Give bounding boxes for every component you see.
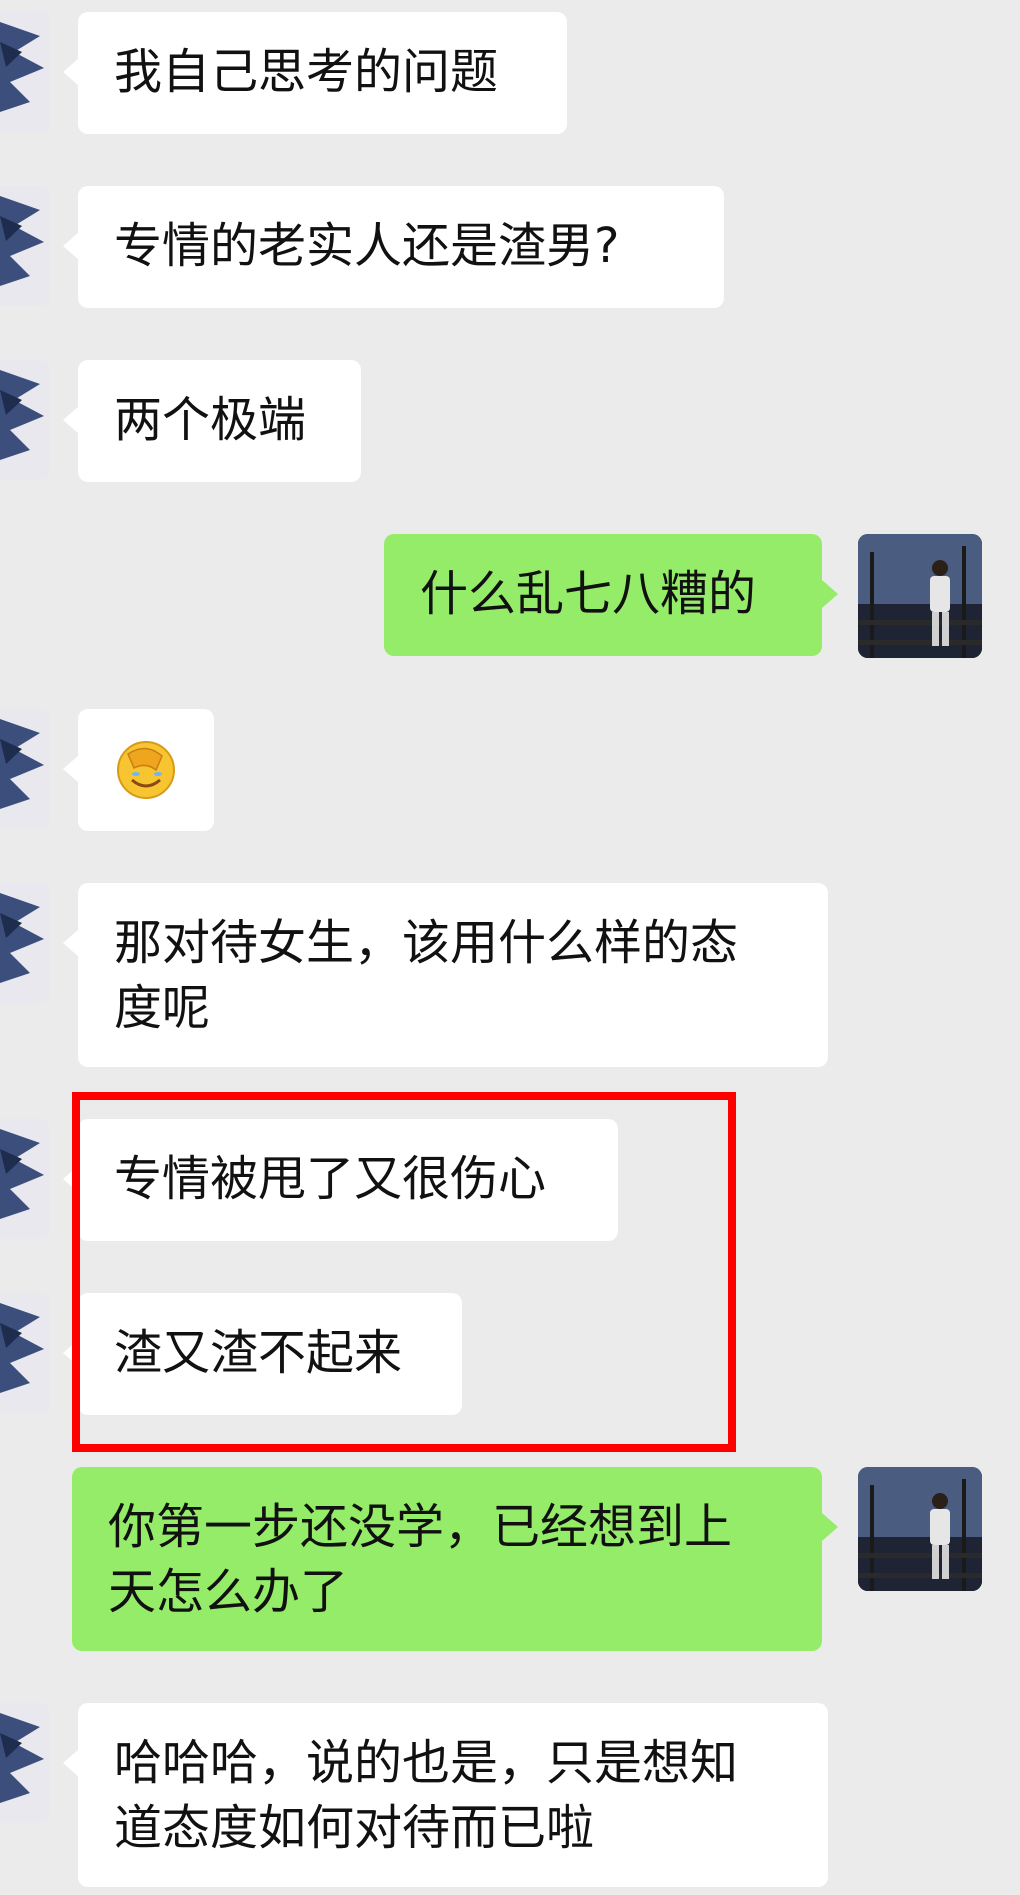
message-bubble[interactable]: 哈哈哈，说的也是，只是想知 道态度如何对待而已啦: [78, 1703, 828, 1887]
bubble-tail: [63, 58, 79, 86]
bubble-tail: [63, 232, 79, 260]
message-bubble[interactable]: 什么乱七八糟的: [384, 534, 822, 656]
message-bubble[interactable]: 你第一步还没学，已经想到上 天怎么办了: [72, 1467, 822, 1651]
bubble-tail: [63, 406, 79, 434]
bubble-tail: [822, 1513, 838, 1541]
contact-avatar[interactable]: [0, 883, 50, 1003]
my-avatar[interactable]: [858, 534, 982, 658]
message-bubble[interactable]: 我自己思考的问题: [78, 12, 567, 134]
bubble-tail: [63, 929, 79, 957]
red-highlight-box: [72, 1092, 736, 1452]
my-avatar[interactable]: [858, 1467, 982, 1591]
message-bubble[interactable]: 专情的老实人还是渣男?: [78, 186, 724, 308]
chat-message-list[interactable]: 我自己思考的问题 专情的老实人还是渣男? 两个极端 什么乱七八糟的 那对待女生，…: [0, 0, 1020, 1895]
contact-avatar[interactable]: [0, 12, 50, 132]
contact-avatar[interactable]: [0, 1293, 50, 1413]
bubble-tail: [63, 755, 79, 783]
contact-avatar[interactable]: [0, 709, 50, 829]
facepalm-emoji-icon: [117, 741, 175, 799]
contact-avatar[interactable]: [0, 186, 50, 306]
bubble-tail: [822, 580, 838, 608]
bubble-tail: [63, 1749, 79, 1777]
message-bubble[interactable]: 两个极端: [78, 360, 361, 482]
contact-avatar[interactable]: [0, 1703, 50, 1823]
contact-avatar[interactable]: [0, 360, 50, 480]
contact-avatar[interactable]: [0, 1119, 50, 1239]
message-bubble[interactable]: 那对待女生，该用什么样的态 度呢: [78, 883, 828, 1067]
